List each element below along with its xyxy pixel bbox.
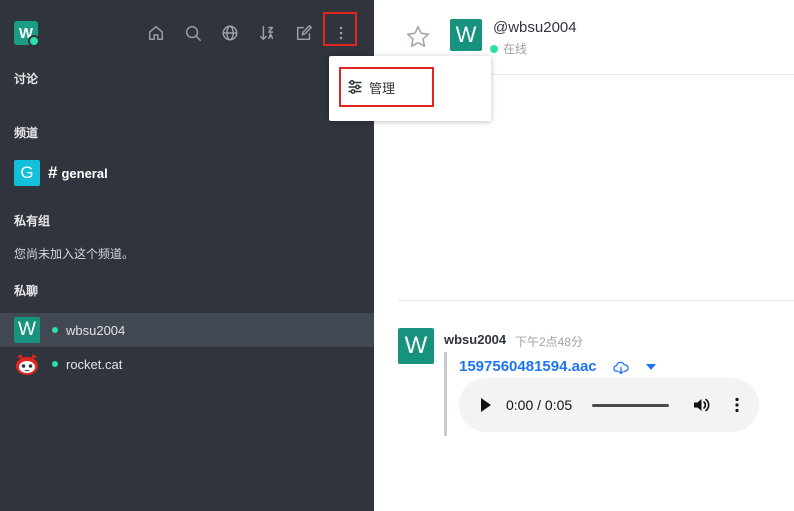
header-username: @wbsu2004 — [493, 19, 577, 36]
play-icon[interactable] — [481, 398, 491, 412]
sidebar-item-wbsu2004[interactable]: W wbsu2004 — [0, 313, 374, 347]
section-channels: 频道 — [14, 126, 39, 140]
section-private-groups: 私有组 — [14, 214, 51, 228]
channel-avatar: G — [14, 160, 40, 186]
dm-avatar: W — [14, 317, 40, 343]
audio-progress-slider[interactable] — [592, 404, 669, 407]
channel-name: general — [61, 165, 108, 181]
header-status: 在线 — [490, 40, 527, 57]
audio-time: 0:00 / 0:05 — [506, 397, 573, 413]
audio-more-icon[interactable] — [727, 395, 747, 420]
message-author[interactable]: wbsu2004 — [444, 332, 506, 347]
attachment-border — [444, 352, 447, 436]
audio-player: 0:00 / 0:05 — [459, 378, 759, 432]
search-icon[interactable] — [181, 21, 205, 45]
kebab-menu-icon[interactable] — [329, 21, 353, 45]
home-icon[interactable] — [144, 21, 168, 45]
message-divider — [398, 300, 794, 301]
collapse-caret-icon[interactable] — [646, 364, 656, 370]
user-avatar[interactable]: W — [14, 21, 40, 47]
online-status-dot — [52, 327, 58, 333]
create-new-icon[interactable] — [292, 21, 316, 45]
menu-item-label: 管理 — [369, 80, 396, 96]
section-direct-messages: 私聊 — [14, 284, 39, 298]
attachment-file-link[interactable]: 1597560481594.aac — [459, 358, 597, 375]
private-groups-empty-note: 您尚未加入这个频道。 — [14, 247, 135, 261]
sidebar: W 讨论 频道 G # general 私有组 您尚未加入这个频道。 私聊 W … — [0, 0, 374, 511]
online-status-dot — [28, 35, 40, 47]
dm-name: wbsu2004 — [66, 322, 126, 338]
volume-icon[interactable] — [691, 395, 711, 420]
online-status-dot — [490, 44, 498, 53]
status-text: 在线 — [503, 42, 528, 56]
sort-icon[interactable] — [255, 21, 279, 45]
menu-item-admin[interactable]: 管理 — [339, 67, 434, 107]
header-avatar[interactable]: W — [450, 19, 482, 51]
message-avatar[interactable]: W — [398, 328, 434, 364]
dropdown-menu: 管理 — [329, 56, 491, 121]
sidebar-item-rocket-cat[interactable]: rocket.cat — [0, 347, 374, 381]
section-discussion: 讨论 — [14, 72, 39, 86]
favorite-star-icon[interactable] — [405, 24, 431, 55]
globe-icon[interactable] — [218, 21, 242, 45]
sliders-icon — [348, 80, 362, 94]
dm-name: rocket.cat — [66, 356, 123, 372]
online-status-dot — [52, 361, 58, 367]
message-time: 下午2点48分 — [515, 335, 584, 349]
sidebar-item-general[interactable]: G # general — [14, 160, 108, 186]
hash-icon: # — [48, 163, 58, 182]
rocket-cat-avatar — [14, 351, 40, 377]
